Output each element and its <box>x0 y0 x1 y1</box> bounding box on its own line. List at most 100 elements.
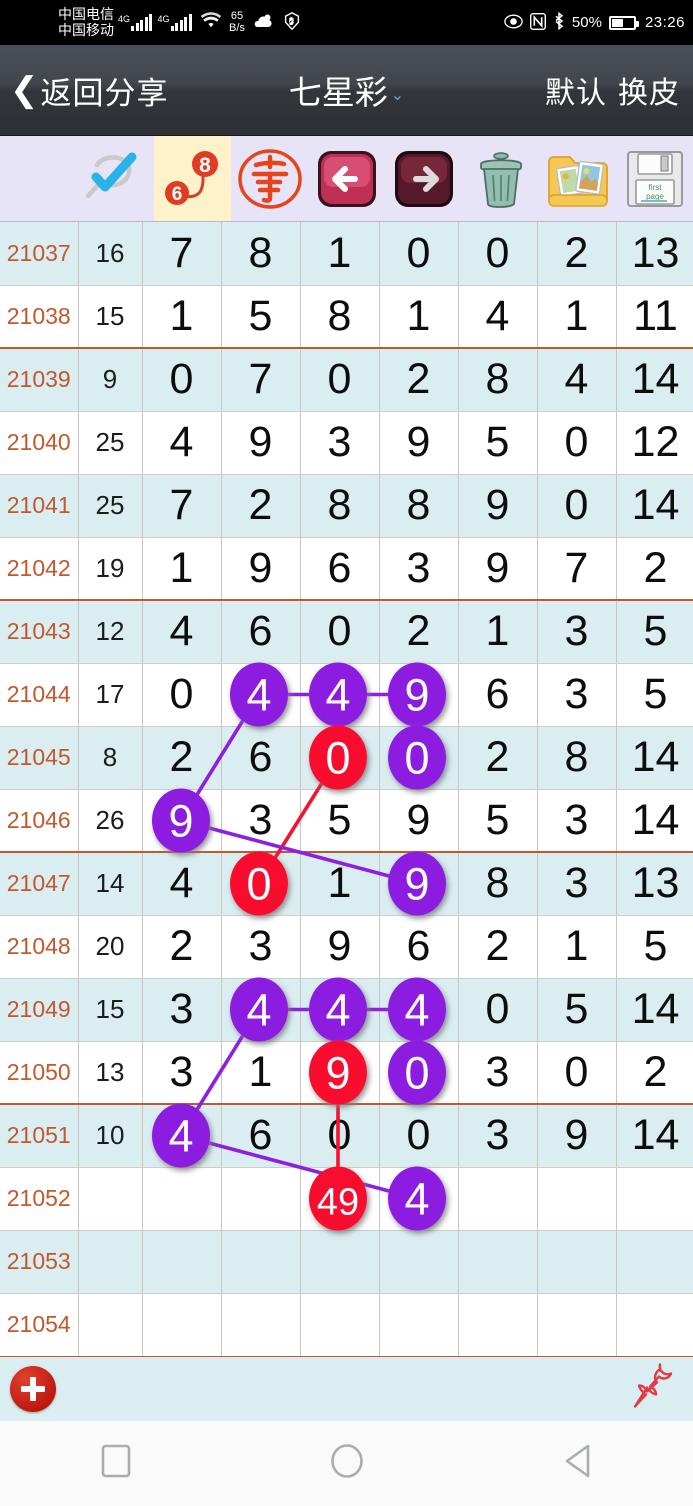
cell-d1[interactable]: 2 <box>142 915 222 979</box>
cell-d6[interactable]: 7 <box>537 537 617 601</box>
cell-d1[interactable]: 7 <box>142 222 222 286</box>
cell-d6[interactable] <box>537 1230 617 1294</box>
cell-d5[interactable]: 3 <box>458 1104 538 1168</box>
cell-d6[interactable]: 4 <box>537 348 617 412</box>
cell-d2[interactable]: 3 <box>221 915 301 979</box>
cell-d5[interactable]: 5 <box>458 411 538 475</box>
cell-d5[interactable]: 1 <box>458 600 538 664</box>
cell-d3[interactable]: 9 <box>300 915 380 979</box>
cell-d7[interactable]: 14 <box>616 978 693 1042</box>
cell-d2[interactable] <box>221 852 301 916</box>
cell-d3[interactable]: 8 <box>300 474 380 538</box>
cell-d4[interactable]: 8 <box>379 474 459 538</box>
cell-d1[interactable]: 3 <box>142 978 222 1042</box>
table-row[interactable]: 21049 15 3 0 5 14 <box>0 978 693 1042</box>
cell-d7[interactable]: 14 <box>616 474 693 538</box>
cell-d4[interactable]: 3 <box>379 537 459 601</box>
cell-d3[interactable]: 3 <box>300 411 380 475</box>
cell-d2[interactable]: 5 <box>221 285 301 349</box>
skin-controls[interactable]: 默认 换皮 <box>545 68 680 112</box>
table-row[interactable]: 21046 26 3 5 9 5 3 14 <box>0 789 693 853</box>
cell-d1[interactable]: 0 <box>142 663 222 727</box>
cell-d3[interactable] <box>300 1041 380 1105</box>
cell-d7[interactable]: 11 <box>616 285 693 349</box>
cell-d2[interactable]: 9 <box>221 537 301 601</box>
cell-d6[interactable]: 3 <box>537 600 617 664</box>
toolbar-trash[interactable] <box>462 136 539 221</box>
cell-d4[interactable] <box>379 1167 459 1231</box>
toolbar-check-magnifier[interactable] <box>77 136 154 221</box>
cell-d4[interactable]: 2 <box>379 600 459 664</box>
pin-icon[interactable] <box>629 1362 679 1417</box>
cell-d5[interactable]: 2 <box>458 915 538 979</box>
cell-d4[interactable] <box>379 1230 459 1294</box>
cell-d5[interactable]: 4 <box>458 285 538 349</box>
add-button[interactable] <box>10 1366 56 1412</box>
cell-d4[interactable] <box>379 663 459 727</box>
cell-d2[interactable] <box>221 663 301 727</box>
cell-d7[interactable] <box>616 1167 693 1231</box>
cell-d5[interactable]: 8 <box>458 348 538 412</box>
cell-d4[interactable] <box>379 726 459 790</box>
cell-d5[interactable]: 6 <box>458 663 538 727</box>
cell-d5[interactable]: 0 <box>458 222 538 286</box>
cell-d4[interactable]: 0 <box>379 1104 459 1168</box>
cell-d5[interactable]: 9 <box>458 474 538 538</box>
cell-d6[interactable]: 0 <box>537 1041 617 1105</box>
home-button[interactable] <box>231 1443 462 1484</box>
cell-d7[interactable]: 5 <box>616 915 693 979</box>
cell-d6[interactable] <box>537 1167 617 1231</box>
cell-d2[interactable]: 9 <box>221 411 301 475</box>
cell-d1[interactable] <box>142 1293 222 1357</box>
cell-d6[interactable]: 0 <box>537 411 617 475</box>
table-row[interactable]: 21044 17 0 6 3 5 <box>0 663 693 727</box>
back-share-button[interactable]: ❮ 返回分享 <box>10 68 169 113</box>
default-skin-label[interactable]: 默认 <box>545 77 607 110</box>
cell-d7[interactable]: 13 <box>616 852 693 916</box>
cell-d1[interactable]: 4 <box>142 411 222 475</box>
cell-d5[interactable]: 2 <box>458 726 538 790</box>
cell-d2[interactable]: 6 <box>221 1104 301 1168</box>
table-row[interactable]: 21054 <box>0 1293 693 1357</box>
cell-d3[interactable]: 5 <box>300 789 380 853</box>
cell-d2[interactable] <box>221 1167 301 1231</box>
recents-button[interactable] <box>0 1444 231 1483</box>
cell-d3[interactable] <box>300 1167 380 1231</box>
cell-d7[interactable]: 13 <box>616 222 693 286</box>
cell-d7[interactable]: 5 <box>616 600 693 664</box>
table-row[interactable]: 21045 8 2 6 2 8 14 <box>0 726 693 790</box>
table-row[interactable]: 21043 12 4 6 0 2 1 3 5 <box>0 600 693 664</box>
cell-d4[interactable]: 0 <box>379 222 459 286</box>
cell-d2[interactable]: 6 <box>221 600 301 664</box>
table-row[interactable]: 21048 20 2 3 9 6 2 1 5 <box>0 915 693 979</box>
cell-d2[interactable] <box>221 1293 301 1357</box>
cell-d4[interactable]: 6 <box>379 915 459 979</box>
cell-d3[interactable] <box>300 726 380 790</box>
cell-d7[interactable]: 14 <box>616 789 693 853</box>
cell-d7[interactable] <box>616 1293 693 1357</box>
table-row[interactable]: 21050 13 3 1 3 0 2 <box>0 1041 693 1105</box>
table-row[interactable]: 21041 25 7 2 8 8 9 0 14 <box>0 474 693 538</box>
cell-d5[interactable] <box>458 1230 538 1294</box>
cell-d2[interactable]: 1 <box>221 1041 301 1105</box>
cell-d1[interactable] <box>142 789 222 853</box>
cell-d7[interactable]: 12 <box>616 411 693 475</box>
table-row[interactable]: 21040 25 4 9 3 9 5 0 12 <box>0 411 693 475</box>
toolbar-gallery[interactable] <box>539 136 616 221</box>
cell-d4[interactable] <box>379 1293 459 1357</box>
toolbar-six-to-eight[interactable]: 6 8 <box>154 136 231 221</box>
cell-d2[interactable]: 6 <box>221 726 301 790</box>
cell-d5[interactable]: 9 <box>458 537 538 601</box>
table-row[interactable]: 21039 9 0 7 0 2 8 4 14 <box>0 348 693 412</box>
cell-d3[interactable]: 8 <box>300 285 380 349</box>
table-row[interactable]: 21047 14 4 1 8 3 13 <box>0 852 693 916</box>
cell-d4[interactable]: 9 <box>379 411 459 475</box>
cell-d6[interactable]: 3 <box>537 789 617 853</box>
cell-d2[interactable]: 2 <box>221 474 301 538</box>
cell-d6[interactable]: 8 <box>537 726 617 790</box>
cell-d3[interactable]: 0 <box>300 600 380 664</box>
cell-d3[interactable] <box>300 663 380 727</box>
cell-d1[interactable] <box>142 1230 222 1294</box>
cell-d6[interactable]: 2 <box>537 222 617 286</box>
table-row[interactable]: 21042 19 1 9 6 3 9 7 2 <box>0 537 693 601</box>
